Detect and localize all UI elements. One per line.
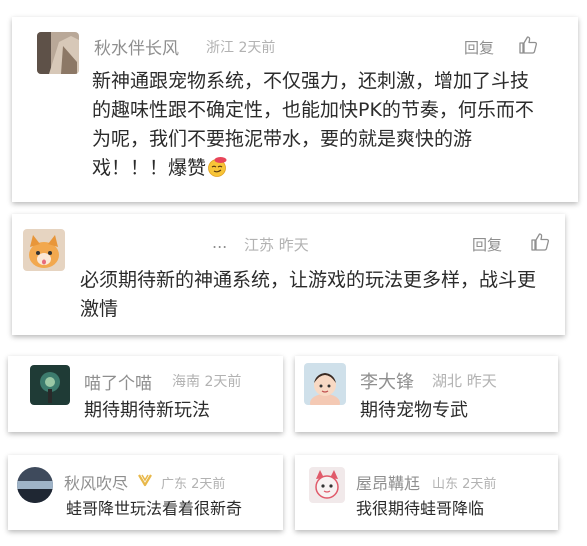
- comment-text: 必须期待新的神通系统，让游戏的玩法更多样，战斗更激情: [80, 269, 537, 320]
- commenter-name[interactable]: 秋风吹尽: [64, 470, 128, 494]
- comment-text: 蛙哥降世玩法看着很新奇: [66, 499, 243, 518]
- commenter-name[interactable]: 秋水伴长风: [94, 34, 179, 59]
- comment-meta: 广东 2天前: [161, 473, 225, 492]
- vip-badge-icon: [137, 472, 153, 488]
- comment-text: 期待宠物专武: [360, 400, 468, 421]
- commenter-name[interactable]: ...: [212, 233, 227, 252]
- commenter-name[interactable]: 李大锋: [360, 368, 414, 394]
- comment-card-5: 秋风吹尽 广东 2天前 蛙哥降世玩法看着很新奇: [8, 455, 283, 530]
- comment-meta: 海南 2天前: [172, 371, 241, 391]
- comment-time: 2天前: [204, 374, 242, 390]
- avatar[interactable]: [17, 467, 53, 503]
- comment-card-4: 李大锋 湖北 昨天 期待宠物专武: [295, 356, 558, 432]
- smirk-666-emoji: [206, 155, 228, 177]
- comment-time: 昨天: [278, 236, 309, 254]
- reply-button[interactable]: 回复: [472, 234, 502, 255]
- comment-meta: 浙江 2天前: [206, 37, 275, 57]
- comment-text: 期待期待新玩法: [84, 400, 210, 421]
- avatar[interactable]: [23, 229, 65, 271]
- comment-time: 2天前: [238, 40, 276, 56]
- comment-location: 海南: [172, 374, 200, 390]
- comment-meta: 湖北 昨天: [432, 370, 497, 391]
- comment-location: 湖北: [432, 372, 463, 390]
- comment-location: 山东: [432, 477, 459, 492]
- comment-meta: 江苏 昨天: [244, 234, 309, 255]
- comment-text: 我很期待蛙哥降临: [356, 499, 485, 518]
- avatar[interactable]: [30, 365, 70, 405]
- comment-card-3: 喵了个喵 海南 2天前 期待期待新玩法: [8, 356, 283, 432]
- comment-location: 广东: [161, 477, 188, 492]
- comment-time: 2天前: [191, 477, 226, 492]
- avatar[interactable]: [37, 32, 79, 74]
- comment-card-6: 屋昂鞲尪 山东 2天前 我很期待蛙哥降临: [295, 455, 558, 530]
- commenter-name[interactable]: 屋昂鞲尪: [356, 470, 420, 494]
- thumb-up-icon[interactable]: [530, 232, 550, 252]
- comment-card-1: 秋水伴长风 浙江 2天前 回复 新神通跟宠物系统，不仅强力，还刺激，增加了斗技的…: [12, 17, 578, 202]
- comment-text: 新神通跟宠物系统，不仅强力，还刺激，增加了斗技的趣味性跟不确定性，也能加快PK的…: [92, 70, 534, 179]
- avatar[interactable]: [304, 363, 346, 405]
- comment-time: 2天前: [462, 477, 497, 492]
- comment-meta: 山东 2天前: [432, 473, 496, 492]
- comment-location: 江苏: [244, 236, 275, 254]
- comment-time: 昨天: [466, 372, 497, 390]
- thumb-up-icon[interactable]: [518, 35, 538, 55]
- commenter-name[interactable]: 喵了个喵: [84, 369, 152, 394]
- avatar[interactable]: [309, 467, 345, 503]
- comment-location: 浙江: [206, 40, 234, 56]
- comment-card-2: ... 江苏 昨天 回复 必须期待新的神通系统，让游戏的玩法更多样，战斗更激情: [12, 214, 565, 335]
- reply-button[interactable]: 回复: [464, 37, 494, 58]
